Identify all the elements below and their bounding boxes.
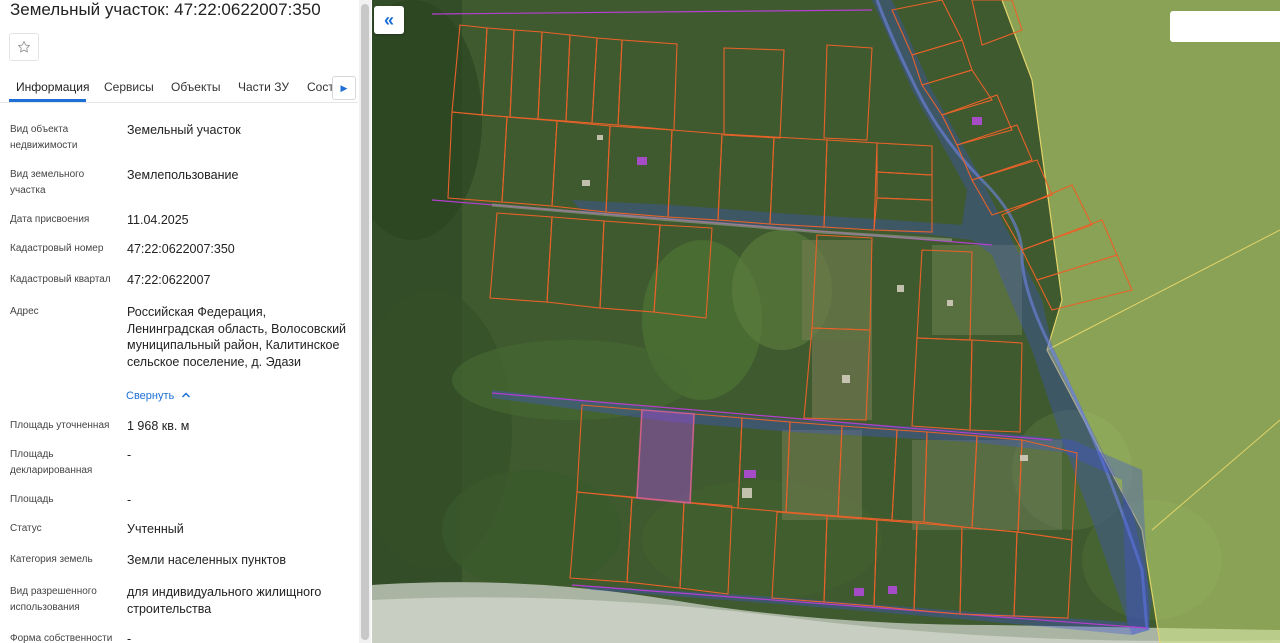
field-value: 47:22:0622007 bbox=[127, 273, 211, 287]
address-value: Российская Федерация, Ленинградская обла… bbox=[127, 305, 347, 369]
tab-bar: Информация Сервисы Объекты Части ЗУ Сост… bbox=[0, 76, 358, 103]
field-label: Адрес bbox=[10, 306, 39, 317]
status-value: Учтенный bbox=[127, 522, 184, 536]
field-value: - bbox=[127, 448, 132, 462]
map-search-box[interactable] bbox=[1170, 11, 1280, 42]
field-label: Дата присвоения bbox=[10, 214, 90, 225]
field-label: Площадь декларированная bbox=[10, 449, 93, 476]
star-icon bbox=[17, 40, 31, 53]
field-value: 11.04.2025 bbox=[127, 213, 189, 227]
tab-information[interactable]: Информация bbox=[16, 80, 89, 94]
favorite-button[interactable] bbox=[9, 33, 39, 61]
field-label: Вид объекта недвижимости bbox=[10, 124, 78, 151]
collapse-panel-button[interactable]: « bbox=[374, 6, 404, 34]
field-value: Земельный участок bbox=[127, 123, 241, 137]
cadastral-number-value: 47:22:0622007:350 bbox=[127, 242, 235, 256]
collapse-link-label: Свернуть bbox=[126, 390, 175, 402]
field-label: Статус bbox=[10, 523, 42, 534]
collapse-address-link[interactable]: Свернуть bbox=[126, 390, 191, 402]
field-label: Кадастровый квартал bbox=[10, 274, 111, 285]
field-label: Категория земель bbox=[10, 554, 93, 565]
panel-scrollbar-thumb[interactable] bbox=[361, 4, 369, 640]
tab-objects[interactable]: Объекты bbox=[171, 80, 221, 94]
field-value: - bbox=[127, 632, 132, 643]
chevron-up-icon bbox=[182, 392, 191, 398]
field-value: - bbox=[127, 493, 132, 507]
chevron-right-icon: ▶ bbox=[340, 82, 348, 93]
area-value: 1 968 кв. м bbox=[127, 419, 190, 433]
field-label: Вид разрешенного использования bbox=[10, 586, 97, 613]
map-view[interactable] bbox=[372, 0, 1280, 643]
field-label: Форма собственности bbox=[10, 633, 113, 643]
field-label: Вид земельного участка bbox=[10, 169, 85, 196]
double-chevron-left-icon: « bbox=[383, 10, 394, 30]
map-canvas[interactable] bbox=[372, 0, 1280, 643]
tab-parts[interactable]: Части ЗУ bbox=[238, 80, 289, 94]
panel-title: Земельный участок: 47:22:0622007:350 bbox=[10, 0, 321, 19]
info-panel: Земельный участок: 47:22:0622007:350 Инф… bbox=[0, 0, 372, 643]
active-tab-indicator bbox=[9, 99, 86, 102]
field-label: Площадь bbox=[10, 494, 54, 505]
field-value: Земли населенных пунктов bbox=[127, 553, 286, 567]
field-value: Землепользование bbox=[127, 168, 239, 182]
info-panel-content: Земельный участок: 47:22:0622007:350 Инф… bbox=[0, 0, 358, 643]
field-value: для индивидуального жилищного строительс… bbox=[127, 585, 322, 616]
tab-services[interactable]: Сервисы bbox=[104, 80, 154, 94]
selected-parcel[interactable] bbox=[635, 408, 696, 505]
field-label: Кадастровый номер bbox=[10, 243, 104, 254]
tabs-scroll-right-button[interactable]: ▶ bbox=[332, 76, 356, 100]
field-label: Площадь уточненная bbox=[10, 420, 110, 431]
